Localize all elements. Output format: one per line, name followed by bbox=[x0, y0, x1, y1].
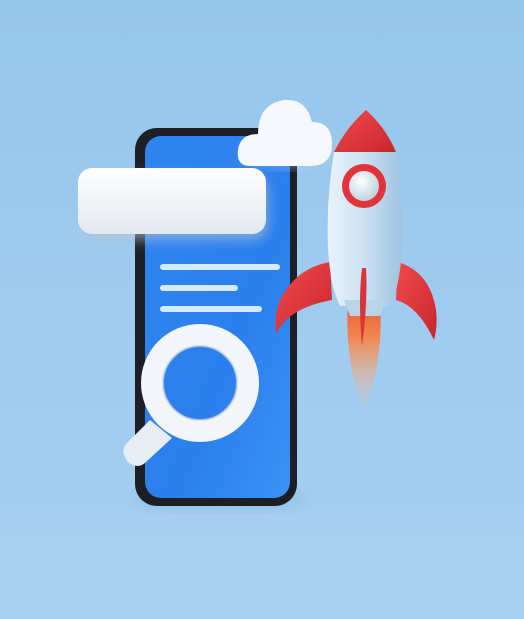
illustration-canvas bbox=[0, 0, 524, 619]
search-bar bbox=[78, 168, 268, 240]
screen-line-1 bbox=[160, 264, 280, 270]
search-bar-shape bbox=[78, 168, 266, 234]
screen-line-2 bbox=[160, 285, 238, 291]
screen-line-3 bbox=[160, 306, 262, 312]
illustration-scene bbox=[0, 0, 524, 619]
rocket-window-glass bbox=[349, 171, 379, 201]
